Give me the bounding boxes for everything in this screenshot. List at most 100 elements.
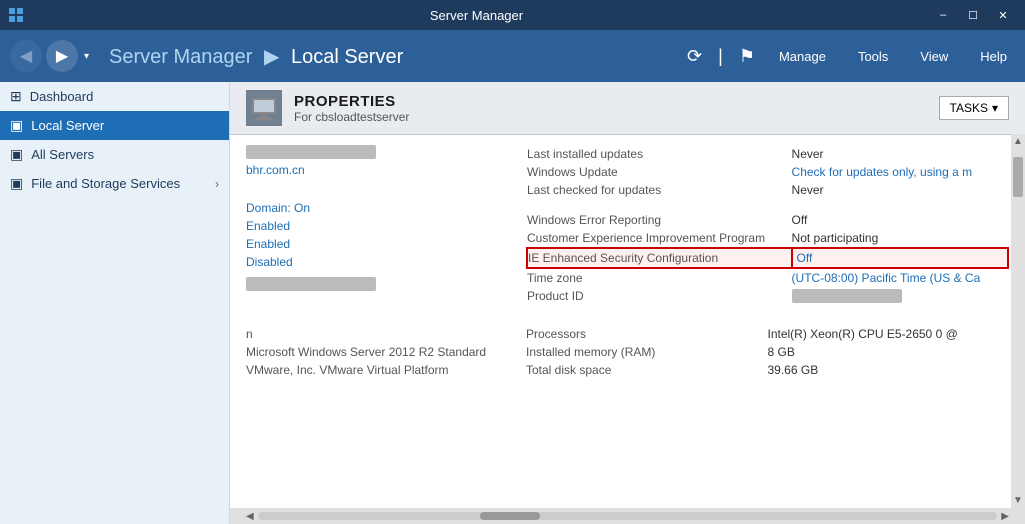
bottom-bar xyxy=(246,277,376,291)
time-zone-value[interactable]: (UTC-08:00) Pacific Time (US & Ca xyxy=(792,268,1008,287)
scroll-left-arrow-icon[interactable]: ◀ xyxy=(246,511,254,522)
remote-mgmt-link[interactable]: Disabled xyxy=(246,253,310,271)
disk-row: Total disk space 39.66 GB xyxy=(526,361,1009,379)
os-label: Microsoft Windows Server 2012 R2 Standar… xyxy=(246,343,486,361)
windows-error-label: Windows Error Reporting xyxy=(527,211,792,229)
bottom-right-props: Processors Intel(R) Xeon(R) CPU E5-2650 … xyxy=(526,325,1009,379)
file-storage-icon: ▣ xyxy=(10,175,23,192)
ie-security-users-value: Enabled xyxy=(246,237,290,251)
refresh-icon[interactable]: ⟳ xyxy=(687,46,702,67)
ceip-label: Customer Experience Improvement Program xyxy=(527,229,792,248)
sidebar-item-file-storage-label: File and Storage Services xyxy=(31,176,207,191)
breadcrumb-root[interactable]: Server Manager xyxy=(109,46,252,68)
title-bar: Server Manager – ☐ ✕ xyxy=(0,0,1025,30)
breadcrumb-separator: ▶ xyxy=(264,46,279,68)
local-server-icon: ▣ xyxy=(10,117,23,134)
sidebar-item-local-server-label: Local Server xyxy=(31,118,104,133)
vm-label: VMware, Inc. VMware Virtual Platform xyxy=(246,361,486,379)
breadcrumb-path: Server Manager ▶ Local Server xyxy=(109,44,679,69)
windows-error-row: Windows Error Reporting Off xyxy=(527,211,1008,229)
horizontal-scroll-thumb[interactable] xyxy=(480,512,540,520)
remote-mgmt-value: Disabled xyxy=(246,255,293,269)
ceip-value: Not participating xyxy=(792,229,1008,248)
vertical-scroll-thumb[interactable] xyxy=(1013,157,1023,197)
processors-row: Processors Intel(R) Xeon(R) CPU E5-2650 … xyxy=(526,325,1009,343)
properties-subtitle: For cbsloadtestserver xyxy=(294,110,409,124)
sidebar-item-local-server[interactable]: ▣ Local Server xyxy=(0,111,229,140)
back-button[interactable]: ◀ xyxy=(10,40,42,72)
last-installed-label: Last installed updates xyxy=(527,145,792,163)
processors-label: Processors xyxy=(526,325,768,343)
toolbar: ◀ ▶ ▾ Server Manager ▶ Local Server ⟳ | … xyxy=(0,30,1025,82)
bottom-left-props: n Microsoft Windows Server 2012 R2 Stand… xyxy=(246,325,506,379)
separator-icon: | xyxy=(718,46,723,67)
time-zone-label: Time zone xyxy=(527,268,792,287)
left-properties: bhr.com.cn Domain: On Enabled xyxy=(246,145,506,305)
last-installed-value: Never xyxy=(792,145,1008,163)
windows-error-value: Off xyxy=(792,211,1008,229)
main-layout: ⊞ Dashboard ▣ Local Server ▣ All Servers… xyxy=(0,82,1025,524)
horizontal-scrollbar[interactable]: ◀ ▶ xyxy=(230,508,1025,524)
maximize-button[interactable]: ☐ xyxy=(959,4,987,26)
ie-security-admin-link[interactable]: Enabled xyxy=(246,217,310,235)
scroll-down-arrow-icon[interactable]: ▼ xyxy=(1013,495,1023,508)
time-zone-row: Time zone (UTC-08:00) Pacific Time (US &… xyxy=(527,268,1008,287)
vertical-scroll-track[interactable] xyxy=(1013,147,1023,495)
last-checked-label: Last checked for updates xyxy=(527,181,792,199)
ie-security-users-link[interactable]: Enabled xyxy=(246,235,310,253)
properties-content: bhr.com.cn Domain: On Enabled xyxy=(230,135,1025,508)
properties-title-group: PROPERTIES For cbsloadtestserver xyxy=(294,93,409,124)
os-label-row: Microsoft Windows Server 2012 R2 Standar… xyxy=(246,343,486,361)
ceip-row: Customer Experience Improvement Program … xyxy=(527,229,1008,248)
properties-icon xyxy=(246,90,282,126)
ie-security-admin-value: Enabled xyxy=(246,219,290,233)
tasks-dropdown-icon: ▾ xyxy=(992,101,998,115)
hostname-bar xyxy=(246,145,376,159)
windows-update-value[interactable]: Check for updates only, using a m xyxy=(792,163,1008,181)
manage-menu-button[interactable]: Manage xyxy=(771,45,834,68)
ie-enhanced-row[interactable]: IE Enhanced Security Configuration Off xyxy=(527,248,1008,268)
product-id-bar xyxy=(792,289,902,303)
properties-header: PROPERTIES For cbsloadtestserver TASKS ▾ xyxy=(230,82,1025,135)
right-properties: Last installed updates Never Windows Upd… xyxy=(526,145,1009,305)
vertical-scrollbar[interactable]: ▲ ▼ xyxy=(1011,134,1025,508)
sidebar-item-dashboard-label: Dashboard xyxy=(30,89,94,104)
domain-on-link[interactable]: Domain: On xyxy=(246,199,310,217)
properties-columns: bhr.com.cn Domain: On Enabled xyxy=(246,145,1009,305)
scroll-right-arrow-icon[interactable]: ▶ xyxy=(1001,511,1009,522)
ie-enhanced-label: IE Enhanced Security Configuration xyxy=(527,248,792,268)
notifications-flag-icon[interactable]: ⚑ xyxy=(739,46,755,67)
view-menu-button[interactable]: View xyxy=(912,45,956,68)
tools-menu-button[interactable]: Tools xyxy=(850,45,896,68)
sidebar-item-file-storage[interactable]: ▣ File and Storage Services › xyxy=(0,169,229,198)
ram-row: Installed memory (RAM) 8 GB xyxy=(526,343,1009,361)
tasks-button[interactable]: TASKS ▾ xyxy=(939,96,1010,120)
tasks-label: TASKS xyxy=(950,101,988,115)
ram-value: 8 GB xyxy=(768,343,1010,361)
vm-row: VMware, Inc. VMware Virtual Platform xyxy=(246,361,486,379)
ie-enhanced-value[interactable]: Off xyxy=(797,251,813,265)
windows-update-label: Windows Update xyxy=(527,163,792,181)
ie-enhanced-value-cell: Off xyxy=(792,248,1008,268)
last-checked-value: Never xyxy=(792,181,1008,199)
properties-header-left: PROPERTIES For cbsloadtestserver xyxy=(246,90,409,126)
minimize-button[interactable]: – xyxy=(929,4,957,26)
file-storage-chevron-icon: › xyxy=(215,177,219,191)
nav-dropdown-arrow[interactable]: ▾ xyxy=(84,51,89,62)
sidebar-item-dashboard[interactable]: ⊞ Dashboard xyxy=(0,82,229,111)
os-prefix: n xyxy=(246,325,486,343)
close-button[interactable]: ✕ xyxy=(989,4,1017,26)
window-controls: – ☐ ✕ xyxy=(929,4,1017,26)
properties-title: PROPERTIES xyxy=(294,93,409,110)
content-area: PROPERTIES For cbsloadtestserver TASKS ▾… xyxy=(230,82,1025,524)
sidebar-item-all-servers[interactable]: ▣ All Servers xyxy=(0,140,229,169)
processors-value: Intel(R) Xeon(R) CPU E5-2650 0 @ xyxy=(768,325,1010,343)
forward-button[interactable]: ▶ xyxy=(46,40,78,72)
help-menu-button[interactable]: Help xyxy=(972,45,1015,68)
window-title: Server Manager xyxy=(24,8,929,23)
scroll-up-arrow-icon[interactable]: ▲ xyxy=(1013,134,1023,147)
domain-link[interactable]: bhr.com.cn xyxy=(246,163,506,177)
horizontal-scroll-track[interactable] xyxy=(258,512,998,520)
nav-buttons: ◀ ▶ ▾ xyxy=(10,40,89,72)
ram-label: Installed memory (RAM) xyxy=(526,343,768,361)
